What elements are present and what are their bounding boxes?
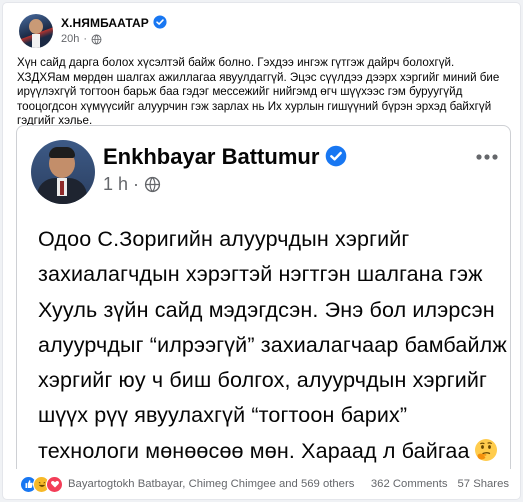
post-text: Хүн сайд дарга болох хүсэлтэй байж болно… bbox=[17, 56, 500, 127]
post-meta: 20h · bbox=[61, 33, 102, 45]
post-header: Х.НЯМБААТАР 20h · bbox=[19, 14, 489, 50]
shared-author-name[interactable]: Enkhbayar Battumur bbox=[103, 144, 319, 170]
engagement-counts: 362 Comments 57 Shares bbox=[371, 478, 511, 490]
globe-icon bbox=[144, 176, 161, 193]
shares-count[interactable]: 57 Shares bbox=[458, 478, 510, 490]
shared-post-time[interactable]: 1 h bbox=[103, 174, 128, 195]
shared-post-meta: 1 h · bbox=[103, 174, 161, 195]
meta-separator: · bbox=[133, 174, 140, 194]
globe-icon bbox=[91, 34, 102, 44]
author-name[interactable]: Х.НЯМБААТАР bbox=[61, 16, 149, 30]
shared-post-text: Одоо С.Зоригийн алуурчдын хэргийг захиал… bbox=[38, 222, 508, 469]
more-options-icon[interactable] bbox=[474, 148, 500, 166]
meta-separator: · bbox=[83, 33, 88, 45]
reaction-icons[interactable] bbox=[20, 475, 63, 493]
love-reaction-icon bbox=[46, 475, 63, 493]
shared-post[interactable]: Enkhbayar Battumur 1 h · Одоо С.Зоригийн… bbox=[16, 125, 511, 469]
thinking-face-emoji bbox=[474, 438, 497, 461]
author-avatar[interactable] bbox=[19, 14, 53, 48]
shared-post-body: Одоо С.Зоригийн алуурчдын хэргийг захиал… bbox=[38, 227, 507, 463]
post-card: Х.НЯМБААТАР 20h · Хүн сайд дарга болох х… bbox=[3, 3, 520, 499]
verified-badge-icon bbox=[153, 15, 167, 29]
reactions-bar: Bayartogtokh Batbayar, Chimeg Chimgee an… bbox=[16, 469, 511, 499]
comments-count[interactable]: 362 Comments bbox=[371, 478, 448, 490]
post-time[interactable]: 20h bbox=[61, 33, 79, 45]
shared-author-avatar[interactable] bbox=[31, 140, 95, 204]
reaction-names[interactable]: Bayartogtokh Batbayar, Chimeg Chimgee an… bbox=[68, 478, 354, 490]
verified-badge-icon bbox=[325, 145, 347, 167]
